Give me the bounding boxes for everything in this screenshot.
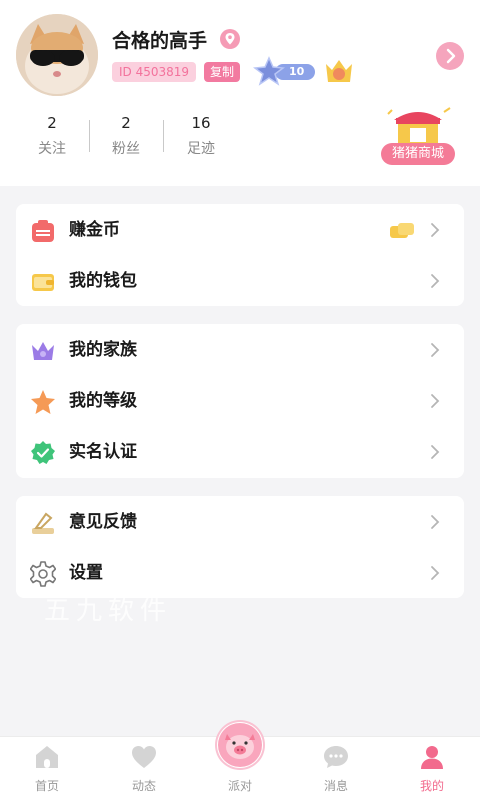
- chevron-right-icon: [431, 223, 440, 237]
- coin-bag-icon: [32, 220, 54, 242]
- menu-earn-coins[interactable]: 赚金币: [16, 205, 464, 255]
- heart-icon: [132, 746, 156, 768]
- menu-my-level[interactable]: 我的等级: [16, 376, 464, 426]
- watermark: 五九软件: [44, 596, 173, 626]
- copy-id-button[interactable]: 复制: [204, 62, 241, 82]
- feedback-icon: [32, 512, 54, 534]
- chevron-right-icon: [431, 274, 440, 288]
- menu-feedback[interactable]: 意见反馈: [16, 497, 464, 547]
- tab-feed[interactable]: 动态: [109, 737, 179, 801]
- wallet-icon: [32, 274, 54, 291]
- menu-label: 我的家族: [69, 340, 137, 360]
- stat-label: 粉丝: [112, 141, 140, 157]
- tab-label: 消息: [323, 779, 348, 793]
- chevron-right-icon: [431, 394, 440, 408]
- crown-icon: [32, 342, 54, 360]
- party-pig-button[interactable]: [217, 722, 263, 768]
- tab-mine[interactable]: 我的: [397, 737, 467, 801]
- stat-following[interactable]: 2 关注: [22, 114, 82, 158]
- menu-label: 实名认证: [69, 442, 137, 462]
- chevron-right-icon: [431, 566, 440, 580]
- verified-icon: [31, 441, 55, 464]
- chevron-right-icon: [431, 445, 440, 459]
- tab-messages[interactable]: 消息: [301, 737, 371, 801]
- menu-label: 我的等级: [69, 391, 137, 411]
- tab-label: 动态: [131, 779, 156, 793]
- level-number: 10: [289, 65, 305, 78]
- gear-icon: [30, 561, 56, 587]
- user-id-badge: ID 4503819: [112, 62, 197, 82]
- tab-label: 我的: [419, 779, 444, 793]
- menu-card-account: 我的家族 我的等级 实名认证: [16, 324, 464, 478]
- menu-label: 我的钱包: [69, 271, 137, 291]
- stat-value: 2: [47, 114, 57, 132]
- menu-card-wallet: 赚金币 我的钱包: [16, 204, 464, 306]
- tab-home[interactable]: 首页: [12, 737, 82, 801]
- stat-footprints[interactable]: 16 足迹: [171, 114, 231, 158]
- level-star-badge-icon: [253, 56, 315, 86]
- stat-fans[interactable]: 2 粉丝: [96, 114, 156, 158]
- stat-label: 关注: [38, 141, 66, 157]
- menu-label: 赚金币: [69, 220, 120, 240]
- chevron-right-icon: [431, 343, 440, 357]
- divider: [89, 120, 90, 152]
- coins-icon: [390, 223, 414, 238]
- tab-label: 首页: [34, 779, 59, 793]
- message-icon: [324, 746, 348, 768]
- location-icon: [220, 29, 240, 49]
- menu-label: 意见反馈: [69, 512, 137, 532]
- chevron-right-icon: [446, 48, 456, 64]
- stat-value: 16: [191, 114, 211, 132]
- avatar[interactable]: [16, 14, 98, 96]
- tab-label: 派对: [227, 779, 252, 793]
- divider: [163, 120, 164, 152]
- profile-header: 合格的高手 ID 4503819 复制 10 2 关注 2 粉丝 16 足迹 猪…: [0, 0, 480, 186]
- username: 合格的高手: [112, 30, 208, 52]
- stat-value: 2: [121, 114, 131, 132]
- chevron-right-icon: [431, 515, 440, 529]
- crown-badge-icon: [326, 60, 352, 82]
- menu-card-settings: 意见反馈 设置: [16, 496, 464, 598]
- profile-icon: [421, 746, 443, 769]
- star-icon: [31, 390, 55, 414]
- stat-label: 足迹: [187, 141, 215, 157]
- home-icon: [36, 746, 58, 768]
- pig-mall-button[interactable]: 猪猪商城: [381, 143, 455, 165]
- menu-my-family[interactable]: 我的家族: [16, 325, 464, 375]
- party-pig-icon: [218, 723, 262, 767]
- profile-detail-button[interactable]: [436, 42, 464, 70]
- menu-my-wallet[interactable]: 我的钱包: [16, 256, 464, 306]
- menu-real-name-verification[interactable]: 实名认证: [16, 427, 464, 477]
